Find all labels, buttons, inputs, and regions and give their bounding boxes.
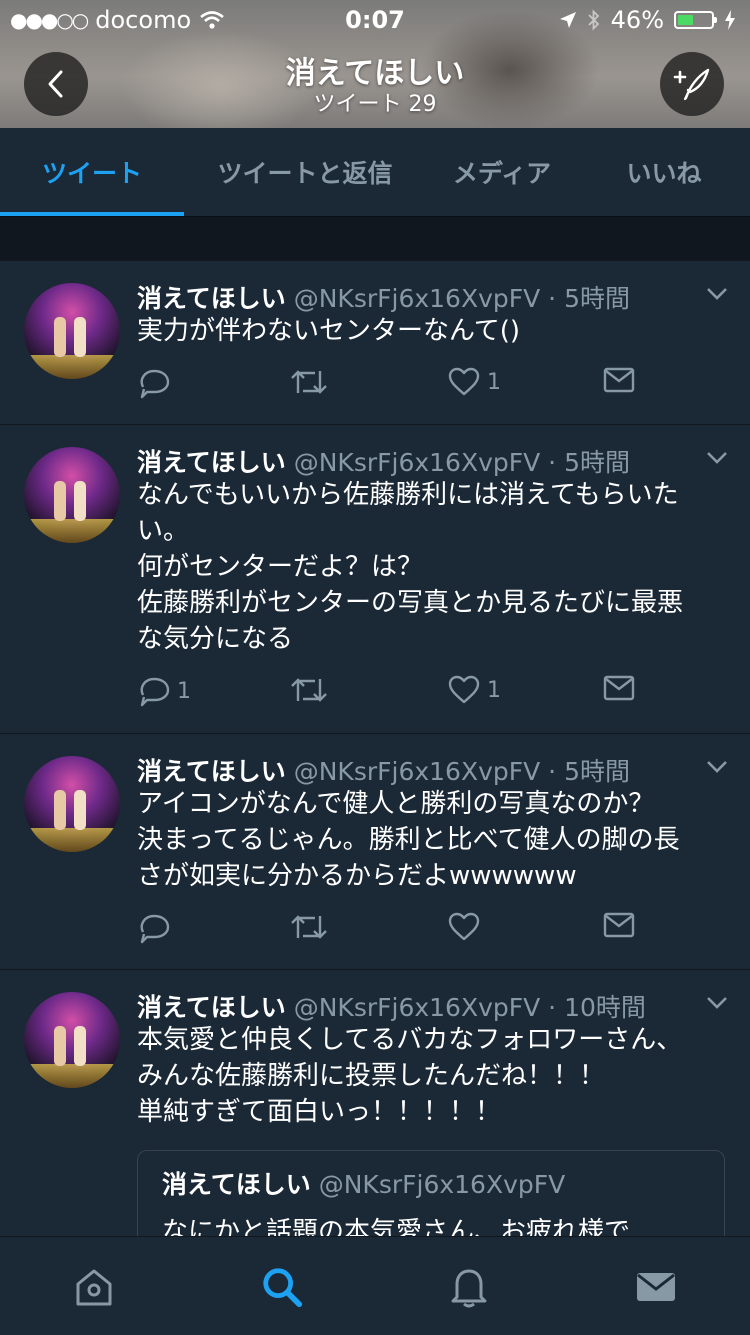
tab-likes[interactable]: いいね <box>578 128 750 216</box>
tweet-item[interactable]: 消えてほしい @NKsrFj6x16XvpFV · 5時間 アイコンがなんで健人… <box>0 733 750 969</box>
bluetooth-icon <box>588 9 599 31</box>
tweet-meta: @NKsrFj6x16XvpFV · 5時間 <box>293 448 630 477</box>
tweet-author-name[interactable]: 消えてほしい <box>137 448 286 477</box>
nav-notifications-button[interactable] <box>447 1265 491 1309</box>
avatar[interactable] <box>24 756 120 852</box>
profile-tabs: ツイート ツイートと返信 メディア いいね <box>0 128 750 216</box>
reply-icon <box>140 677 170 707</box>
avatar[interactable] <box>24 992 120 1088</box>
like-button[interactable]: 1 <box>447 675 501 705</box>
like-button[interactable] <box>447 912 487 942</box>
tweet-author-name[interactable]: 消えてほしい <box>137 284 286 313</box>
like-count: 1 <box>487 677 501 703</box>
tweet-timeline[interactable]: 消えてほしい @NKsrFj6x16XvpFV · 5時間 実力が伴わないセンタ… <box>0 260 750 1236</box>
heart-icon <box>448 912 480 941</box>
quoted-tweet-card[interactable]: 消えてほしい @NKsrFj6x16XvpFV なにかと話題の本気愛さん、お疲れ… <box>137 1150 725 1236</box>
search-icon <box>263 1268 303 1308</box>
tweet-actions: 1 1 <box>137 675 697 715</box>
direct-message-button[interactable] <box>603 675 635 701</box>
reply-icon <box>140 914 170 944</box>
like-button[interactable]: 1 <box>447 367 501 397</box>
tweet-text: 本気愛と仲良くしてるバカなフォロワーさん、 みんな佐藤勝利に投票したんだね！！！… <box>137 1025 683 1127</box>
tweet-text: なんでもいいから佐藤勝利には消えてもらいた い。 何がセンターだよ？は？ 佐藤勝… <box>137 480 684 654</box>
retweet-button[interactable] <box>289 912 329 942</box>
tweet-count: ツイート 29 <box>313 92 437 117</box>
tweet-actions: 1 <box>137 367 697 407</box>
chevron-down-icon[interactable] <box>706 451 728 465</box>
tweet-item[interactable]: 消えてほしい @NKsrFj6x16XvpFV · 5時間 なんでもいいから佐藤… <box>0 424 750 733</box>
avatar[interactable] <box>24 283 120 379</box>
home-icon <box>76 1269 112 1306</box>
reply-icon <box>140 369 170 399</box>
retweet-button[interactable] <box>289 675 329 705</box>
status-bar: ●●●○○ docomo 0:07 46% <box>0 0 750 40</box>
retweet-icon <box>291 678 327 702</box>
quoted-author-handle: @NKsrFj6x16XvpFV <box>318 1170 566 1199</box>
nav-home-button[interactable] <box>72 1265 116 1309</box>
direct-message-button[interactable] <box>603 912 635 938</box>
charging-bolt-icon <box>725 10 735 30</box>
tweet-item[interactable]: 消えてほしい @NKsrFj6x16XvpFV · 5時間 実力が伴わないセンタ… <box>0 260 750 424</box>
chevron-down-icon[interactable] <box>706 996 728 1010</box>
tweet-text: 実力が伴わないセンターなんて() <box>137 316 520 346</box>
tweet-text: アイコンがなんで健人と勝利の写真なのか？ 決まってるじゃん。勝利と比べて健人の脚… <box>137 789 680 891</box>
chevron-down-icon[interactable] <box>706 760 728 774</box>
like-count: 1 <box>487 369 501 395</box>
battery-icon <box>674 11 717 29</box>
reply-button[interactable] <box>137 912 177 944</box>
chevron-down-icon[interactable] <box>706 287 728 301</box>
heart-icon <box>448 675 480 704</box>
tweet-actions <box>137 912 697 952</box>
envelope-icon <box>603 912 635 938</box>
section-divider <box>0 216 750 261</box>
quoted-author-name: 消えてほしい <box>162 1170 311 1199</box>
reply-count: 1 <box>177 678 191 704</box>
retweet-icon <box>291 370 327 394</box>
envelope-icon <box>603 675 635 701</box>
reply-button[interactable] <box>137 367 177 399</box>
heart-icon <box>448 367 480 396</box>
battery-percent: 46% <box>610 6 664 34</box>
envelope-icon <box>603 367 635 393</box>
tab-tweets-and-replies[interactable]: ツイートと返信 <box>184 128 426 216</box>
compose-tweet-icon <box>673 68 710 101</box>
nav-messages-button[interactable] <box>634 1265 678 1309</box>
nav-search-button[interactable] <box>260 1265 304 1309</box>
retweet-button[interactable] <box>289 367 329 397</box>
tweet-meta: @NKsrFj6x16XvpFV · 5時間 <box>293 757 630 786</box>
bottom-tab-bar <box>0 1236 750 1335</box>
tab-tweets[interactable]: ツイート <box>0 128 184 216</box>
profile-header: ●●●○○ docomo 0:07 46% 消えてほしい ツイート 29 <box>0 0 750 128</box>
quoted-tweet-text: なにかと話題の本気愛さん、お疲れ様で <box>162 1217 631 1236</box>
avatar[interactable] <box>24 447 120 543</box>
tweet-meta: @NKsrFj6x16XvpFV · 5時間 <box>293 284 630 313</box>
location-arrow-icon <box>559 12 576 28</box>
tweet-meta: @NKsrFj6x16XvpFV · 10時間 <box>293 993 646 1022</box>
tab-media[interactable]: メディア <box>426 128 578 216</box>
tweet-author-name[interactable]: 消えてほしい <box>137 993 286 1022</box>
reply-button[interactable]: 1 <box>137 675 191 707</box>
bell-icon <box>451 1269 487 1308</box>
envelope-icon <box>637 1273 675 1301</box>
tweet-item[interactable]: 消えてほしい @NKsrFj6x16XvpFV · 10時間 本気愛と仲良くして… <box>0 969 750 1236</box>
tweet-author-name[interactable]: 消えてほしい <box>137 757 286 786</box>
compose-tweet-button[interactable] <box>660 52 724 116</box>
retweet-icon <box>291 915 327 939</box>
direct-message-button[interactable] <box>603 367 635 393</box>
